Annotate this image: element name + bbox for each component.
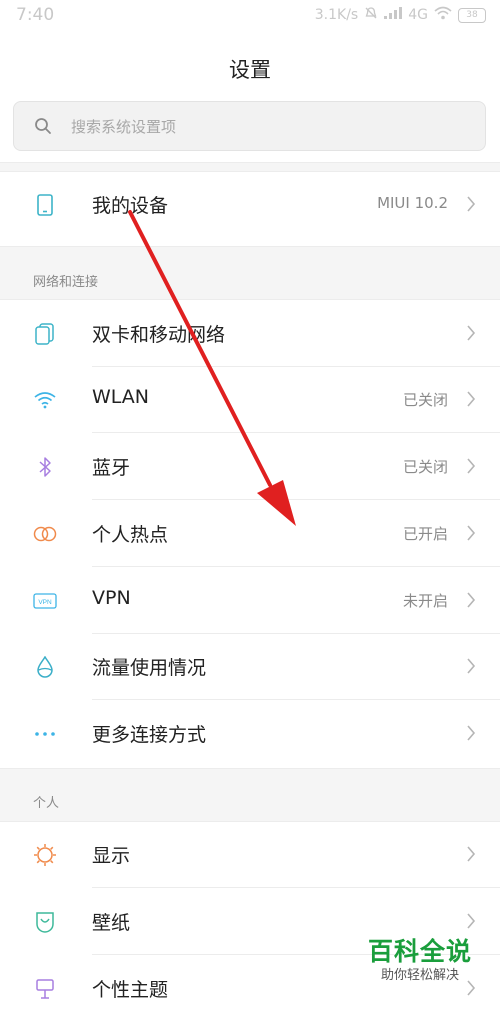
bluetooth-icon [33, 455, 57, 479]
row-vpn[interactable]: VPN VPN 未开启 [0, 568, 500, 634]
phone-icon [33, 193, 57, 217]
my-device-row[interactable]: 我的设备 MIUI 10.2 [0, 172, 500, 238]
display-icon [33, 843, 57, 867]
watermark-title: 百科全说 [368, 937, 473, 966]
chevron-right-icon [467, 525, 476, 541]
search-placeholder: 搜索系统设置项 [71, 118, 177, 136]
wifi-icon [33, 388, 57, 412]
row-divider [92, 887, 500, 888]
personal-section-header: 个人 [33, 796, 60, 811]
vpn-icon: VPN [33, 589, 57, 613]
row-wlan[interactable]: WLAN 已关闭 [0, 367, 500, 433]
my-device-value: MIUI 10.2 [377, 194, 448, 212]
theme-icon [33, 977, 57, 1001]
row-value: 未开启 [402, 592, 448, 610]
mute-icon [364, 6, 378, 24]
row-data-usage[interactable]: 流量使用情况 [0, 634, 500, 700]
row-label: 个性主题 [92, 979, 169, 1001]
chevron-right-icon [467, 196, 476, 212]
row-divider [92, 699, 500, 700]
section-divider [0, 162, 500, 172]
row-bluetooth[interactable]: 蓝牙 已关闭 [0, 434, 500, 500]
hotspot-icon [33, 522, 57, 546]
watermark: 百科全说 助你轻松解决 [368, 937, 472, 985]
row-label: 流量使用情况 [92, 657, 207, 679]
dual-sim-icon [33, 322, 57, 346]
row-label: 蓝牙 [92, 457, 131, 479]
network-type: 4G [408, 7, 428, 23]
row-divider [92, 432, 500, 433]
net-speed: 3.1K/s [314, 7, 359, 23]
row-label: 双卡和移动网络 [92, 324, 226, 346]
chevron-right-icon [467, 592, 476, 608]
section-divider [0, 768, 500, 822]
svg-text:VPN: VPN [38, 599, 52, 606]
my-device-label: 我的设备 [92, 195, 169, 217]
chevron-right-icon [467, 658, 476, 674]
search-icon [35, 118, 51, 134]
page-title: 设置 [229, 58, 271, 82]
search-input[interactable]: 搜索系统设置项 [13, 101, 486, 151]
chevron-right-icon [467, 846, 476, 862]
chevron-right-icon [467, 913, 476, 929]
chevron-right-icon [467, 458, 476, 474]
row-label: VPN [92, 587, 131, 609]
row-dual-sim[interactable]: 双卡和移动网络 [0, 301, 500, 367]
row-label: 壁纸 [92, 912, 131, 934]
row-more-connections[interactable]: 更多连接方式 [0, 701, 500, 767]
row-display[interactable]: 显示 [0, 822, 500, 888]
chevron-right-icon [467, 391, 476, 407]
row-value: 已开启 [402, 525, 448, 543]
wallpaper-icon [33, 910, 57, 934]
watermark-subtitle: 助你轻松解决 [381, 968, 460, 983]
chevron-right-icon [467, 325, 476, 341]
row-hotspot[interactable]: 个人热点 已开启 [0, 501, 500, 567]
status-indicators: 3.1K/s 4G 38 [315, 6, 486, 24]
network-section-header: 网络和连接 [33, 275, 99, 290]
battery-icon: 38 [458, 7, 486, 23]
status-wifi-icon [434, 6, 452, 24]
row-label: 显示 [92, 845, 131, 867]
row-value: 已关闭 [402, 391, 448, 409]
signal-icon [384, 7, 403, 23]
status-time: 7:40 [16, 5, 55, 25]
row-divider [92, 499, 500, 500]
row-label: WLAN [92, 386, 150, 408]
row-label: 个人热点 [92, 524, 169, 546]
row-label: 更多连接方式 [92, 724, 207, 746]
row-value: 已关闭 [402, 458, 448, 476]
row-divider [92, 566, 500, 567]
data-usage-icon [33, 655, 57, 679]
chevron-right-icon [467, 725, 476, 741]
more-connections-icon [33, 722, 57, 746]
status-bar: 7:40 3.1K/s 4G 38 [0, 0, 500, 32]
